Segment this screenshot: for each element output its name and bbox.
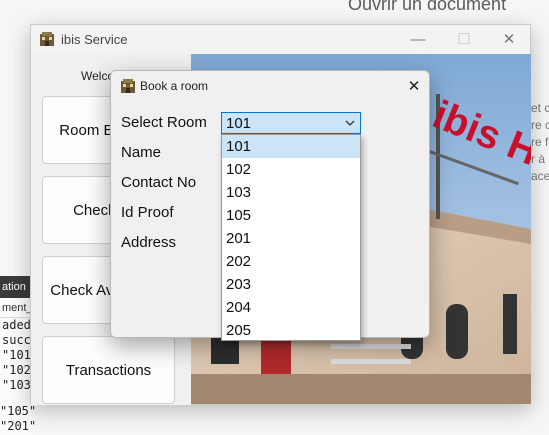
room-select-combobox[interactable]: 101 xyxy=(221,112,361,134)
dialog-titlebar[interactable]: Book a room ✕ xyxy=(111,71,429,101)
background-text-line: re cl xyxy=(531,118,549,132)
dialog-close-button[interactable]: ✕ xyxy=(403,76,425,98)
background-right-panel: et c re cl re fc r à acer xyxy=(531,100,549,220)
room-option[interactable]: 201 xyxy=(222,227,360,250)
console-line: "101 xyxy=(2,348,31,362)
transactions-button[interactable]: Transactions xyxy=(42,336,175,404)
background-text-line: re fc xyxy=(531,135,549,149)
room-option[interactable]: 101 xyxy=(222,135,360,158)
background-text-line: et c xyxy=(531,101,549,115)
close-button[interactable]: ✕ xyxy=(486,25,532,54)
room-option[interactable]: 102 xyxy=(222,158,360,181)
console-tail: "105" "201" xyxy=(0,404,52,434)
book-room-dialog: Book a room ✕ Select Room Name Contact N… xyxy=(110,70,430,341)
dialog-title: Book a room xyxy=(140,79,209,93)
chevron-down-icon[interactable] xyxy=(344,114,356,132)
room-option[interactable]: 204 xyxy=(222,296,360,319)
id-proof-label: Id Proof xyxy=(121,204,174,221)
python-app-icon xyxy=(120,78,136,94)
name-label: Name xyxy=(121,144,162,161)
background-heading: Ouvrir un document xyxy=(348,0,507,14)
room-option[interactable]: 103 xyxy=(222,181,360,204)
background-text-line: acer xyxy=(531,169,549,183)
address-label: Address xyxy=(121,234,177,251)
console-line: "102 xyxy=(2,363,31,377)
console-line: "201" xyxy=(0,419,37,433)
room-dropdown-list: 101 102 103 105 201 202 203 204 205 xyxy=(221,134,361,341)
contact-no-label: Contact No xyxy=(121,174,197,191)
minimize-button[interactable]: — xyxy=(395,25,441,54)
console-line: succe xyxy=(2,333,32,347)
maximize-button[interactable]: ☐ xyxy=(441,25,487,54)
main-window-title: ibis Service xyxy=(61,32,128,47)
room-select-value: 101 xyxy=(226,115,252,132)
room-option[interactable]: 205 xyxy=(222,319,360,340)
console-subheader: ment_ xyxy=(0,298,32,318)
select-room-label: Select Room xyxy=(121,114,207,131)
room-option[interactable]: 203 xyxy=(222,273,360,296)
room-option[interactable]: 202 xyxy=(222,250,360,273)
main-titlebar[interactable]: ibis Service — ☐ ✕ xyxy=(31,25,530,54)
background-text-line: r à xyxy=(531,152,546,166)
room-option[interactable]: 105 xyxy=(222,204,360,227)
console-tab[interactable]: ation xyxy=(0,276,32,298)
python-app-icon xyxy=(39,31,55,47)
console-line: "105" xyxy=(0,404,37,418)
console-line: aded xyxy=(2,318,31,332)
console-line: "103 xyxy=(2,378,31,392)
